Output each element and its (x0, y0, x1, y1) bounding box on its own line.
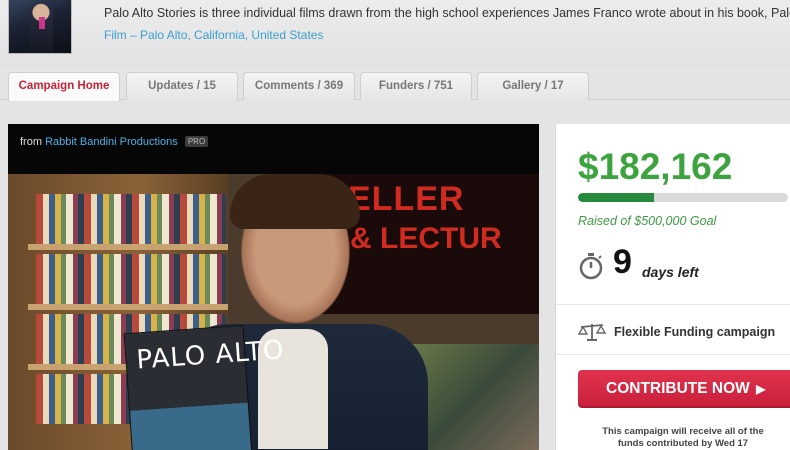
category-link[interactable]: Film (104, 28, 127, 42)
held-book: PALO ALTO (123, 324, 285, 450)
video-byline: from Rabbit Bandini Productions PRO (20, 136, 209, 148)
location-link[interactable]: Palo Alto, California, United States (140, 28, 323, 42)
scale-icon (578, 324, 606, 341)
shelf-books (36, 194, 226, 244)
panel-divider (556, 354, 790, 355)
funding-type-label: Flexible Funding campaign (614, 325, 776, 339)
store-sign-text-lecture: & LECTUR (350, 222, 502, 255)
producer-link[interactable]: Rabbit Bandini Productions (45, 136, 178, 148)
tab-comments[interactable]: Comments / 369 (243, 72, 355, 100)
video-frame: ELLER & LECTUR PALO ALTO (8, 174, 539, 450)
campaign-tabs: Campaign Home Updates / 15 Comments / 36… (0, 68, 790, 101)
tab-updates[interactable]: Updates / 15 (126, 72, 238, 100)
contribute-now-button[interactable]: CONTRIBUTE NOW ▶ (578, 370, 790, 408)
pro-badge: PRO (184, 136, 209, 147)
shelf-plank (28, 244, 228, 250)
funding-panel: $182,162 Raised of $500,000 Goal 9 days … (555, 124, 790, 450)
campaign-description: Palo Alto Stories is three individual fi… (104, 6, 790, 20)
store-sign-text: ELLER (348, 180, 465, 218)
tab-gallery[interactable]: Gallery / 17 (477, 72, 589, 100)
funding-progress-bar (578, 193, 788, 202)
avatar-accent (39, 17, 45, 29)
days-left-number: 9 (613, 243, 632, 281)
campaign-video[interactable]: from Rabbit Bandini Productions PRO ELLE… (8, 124, 539, 450)
stopwatch-icon (579, 253, 603, 280)
funding-progress-fill (578, 193, 655, 202)
raised-amount: $182,162 (578, 146, 733, 187)
video-top-bar: from Rabbit Bandini Productions PRO (8, 124, 539, 174)
days-left-label: days left (642, 264, 699, 280)
shelf-books (36, 254, 226, 304)
byline-from: from (20, 136, 42, 148)
tab-campaign-home[interactable]: Campaign Home (8, 72, 120, 101)
contribute-label: CONTRIBUTE NOW (606, 380, 750, 397)
funding-note: This campaign will receive all of the fu… (602, 426, 764, 449)
tab-funders[interactable]: Funders / 751 (360, 72, 472, 100)
panel-divider (556, 304, 790, 305)
campaign-meta: Film – Palo Alto, California, United Sta… (104, 28, 323, 42)
meta-separator: – (126, 28, 141, 42)
play-arrow-icon: ▶ (756, 382, 766, 396)
person-hair (230, 174, 360, 229)
shelf-plank (28, 304, 228, 310)
campaign-header: Palo Alto Stories is three individual fi… (0, 0, 790, 68)
goal-text: Raised of $500,000 Goal (578, 214, 717, 228)
campaign-avatar[interactable] (8, 0, 72, 54)
